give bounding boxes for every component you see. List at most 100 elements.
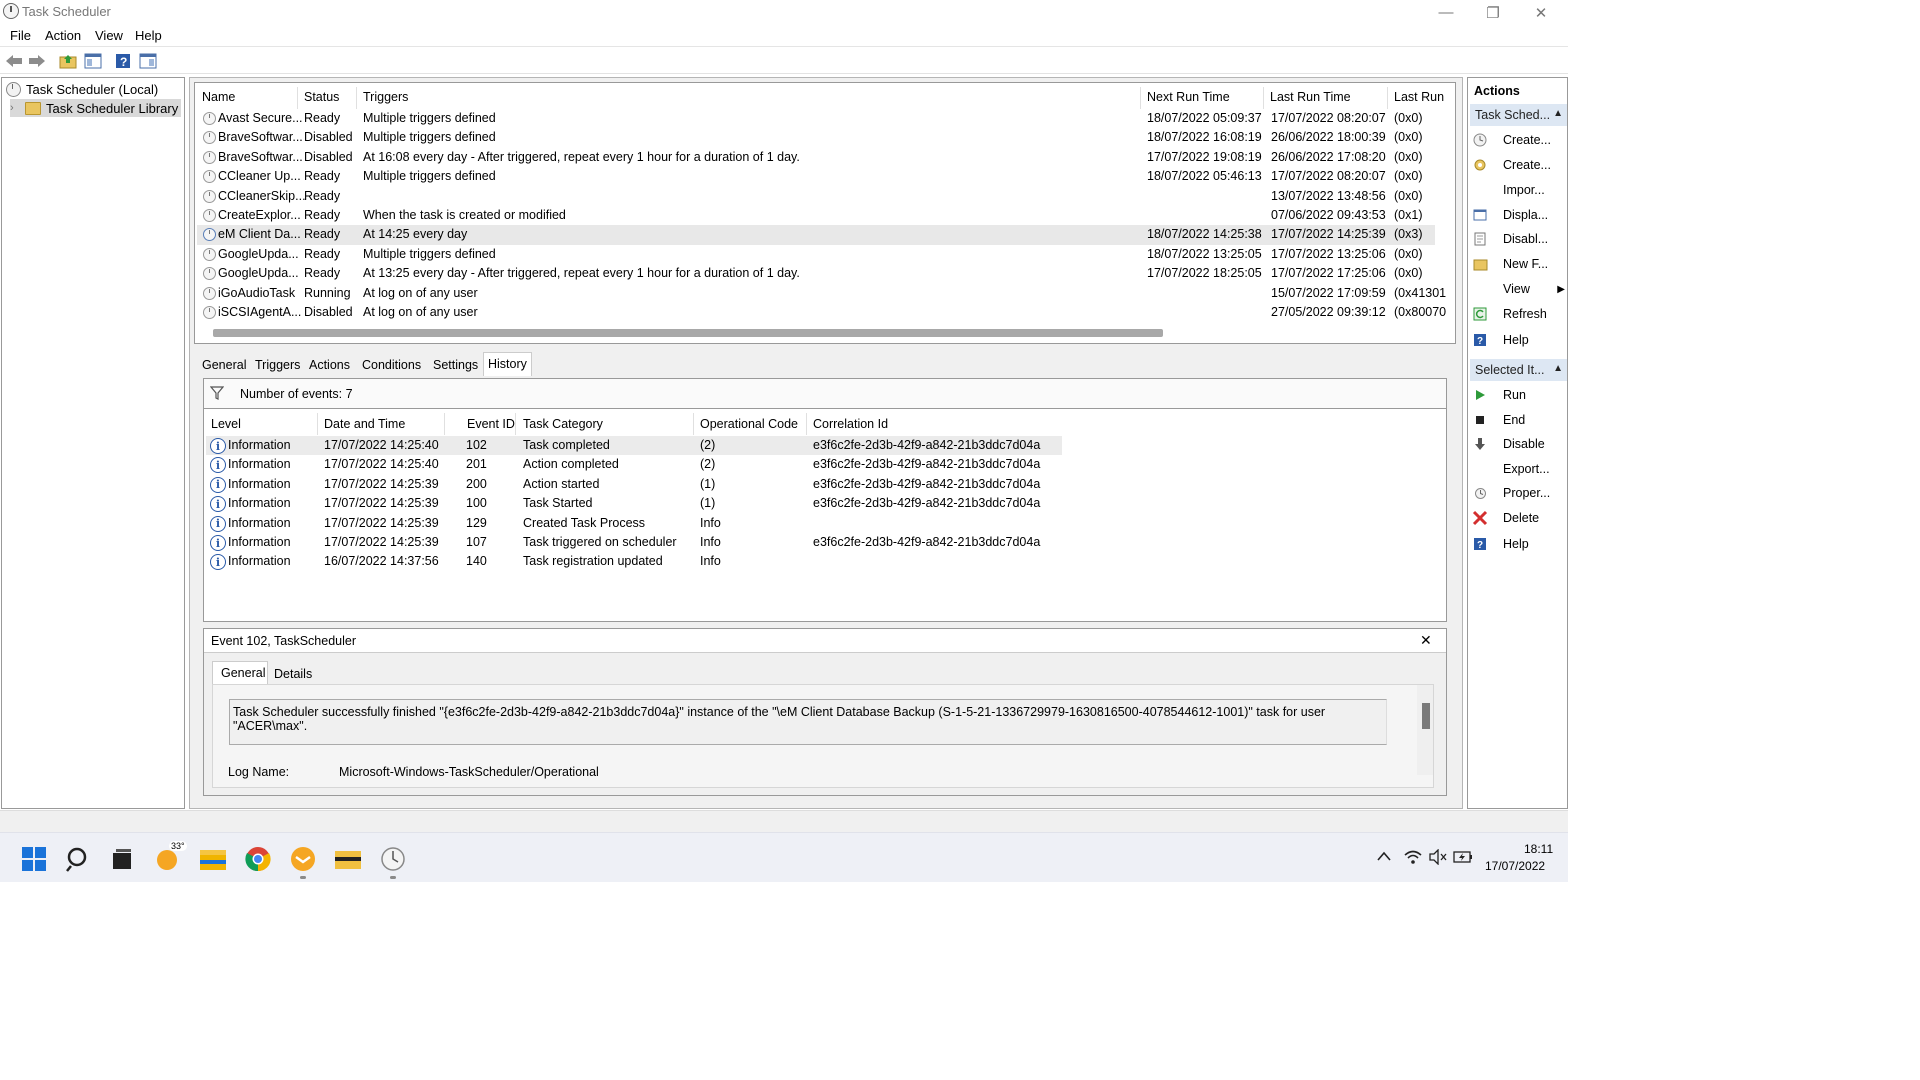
- task-view-icon[interactable]: [108, 845, 136, 873]
- action-create-basic-task[interactable]: Create...: [1472, 129, 1567, 151]
- history-row[interactable]: i Information 17/07/2022 14:25:39 100 Ta…: [206, 494, 1062, 513]
- action-export[interactable]: Export...: [1472, 458, 1567, 480]
- column-header-status[interactable]: Status: [304, 90, 339, 104]
- column-separator[interactable]: [356, 87, 357, 109]
- task-row[interactable]: iSCSIAgentA... Disabled At log on of any…: [197, 303, 1446, 322]
- event-message-scroll-thumb[interactable]: [1422, 703, 1430, 729]
- action-help-selected[interactable]: ? Help: [1472, 533, 1567, 555]
- action-create-task[interactable]: Create...: [1472, 154, 1567, 176]
- taskbar-time[interactable]: 18:11: [1524, 842, 1553, 856]
- column-separator[interactable]: [1387, 87, 1388, 109]
- weather-icon[interactable]: 33°: [154, 841, 187, 873]
- history-row-selected[interactable]: i Information 17/07/2022 14:25:40 102 Ta…: [206, 436, 1062, 456]
- task-row[interactable]: CreateExplor... Ready When the task is c…: [197, 206, 1435, 225]
- tab-settings[interactable]: Settings: [429, 356, 482, 374]
- action-display-all-running-tasks[interactable]: Displa...: [1472, 204, 1567, 226]
- wifi-icon[interactable]: [1404, 849, 1422, 868]
- search-icon[interactable]: [65, 845, 93, 873]
- tree-item-task-scheduler-library[interactable]: › Task Scheduler Library: [10, 99, 182, 117]
- column-separator[interactable]: [317, 413, 318, 435]
- column-separator[interactable]: [444, 413, 445, 435]
- column-header-next-run-time[interactable]: Next Run Time: [1147, 90, 1230, 104]
- column-header-event-id[interactable]: Event ID: [467, 417, 515, 431]
- column-header-triggers[interactable]: Triggers: [363, 90, 408, 104]
- column-header-date-and-time[interactable]: Date and Time: [324, 417, 405, 431]
- filter-icon[interactable]: [209, 386, 225, 403]
- event-message-scrollbar[interactable]: [1417, 685, 1433, 775]
- taskbar-date[interactable]: 17/07/2022: [1485, 859, 1545, 873]
- column-separator[interactable]: [1263, 87, 1264, 109]
- history-row[interactable]: i Information 16/07/2022 14:37:56 140 Ta…: [206, 552, 1062, 571]
- show-hide-action-pane-icon[interactable]: [138, 51, 158, 70]
- action-disable[interactable]: Disable: [1472, 433, 1567, 455]
- task-row-selected[interactable]: eM Client Da... Ready At 14:25 every day…: [197, 225, 1435, 245]
- tree-expander-icon[interactable]: ›: [10, 102, 20, 114]
- menu-view[interactable]: View: [95, 28, 123, 43]
- action-disable-history[interactable]: Disabl...: [1472, 228, 1567, 250]
- action-refresh[interactable]: Refresh: [1472, 303, 1567, 325]
- section-task-scheduler[interactable]: Task Sched... ▲: [1470, 104, 1567, 126]
- task-row[interactable]: GoogleUpda... Ready At 13:25 every day -…: [197, 264, 1435, 283]
- history-row[interactable]: i Information 17/07/2022 14:25:39 129 Cr…: [206, 514, 1062, 533]
- action-new-folder[interactable]: New F...: [1472, 253, 1567, 275]
- back-arrow-icon[interactable]: [4, 51, 24, 70]
- history-row[interactable]: i Information 17/07/2022 14:25:39 200 Ac…: [206, 475, 1062, 494]
- menu-file[interactable]: File: [10, 28, 31, 43]
- em-client-icon[interactable]: [289, 845, 317, 873]
- action-help[interactable]: ? Help: [1472, 329, 1567, 351]
- task-row[interactable]: CCleaner Up... Ready Multiple triggers d…: [197, 167, 1435, 186]
- action-import-task[interactable]: Impor...: [1472, 179, 1567, 201]
- column-separator[interactable]: [515, 413, 516, 435]
- column-header-last-run-time[interactable]: Last Run Time: [1270, 90, 1351, 104]
- task-row[interactable]: iGoAudioTask Running At log on of any us…: [197, 284, 1446, 303]
- event-message[interactable]: Task Scheduler successfully finished "{e…: [229, 699, 1387, 745]
- task-row[interactable]: BraveSoftwar... Disabled Multiple trigge…: [197, 128, 1435, 147]
- restore-button[interactable]: ❐: [1470, 0, 1516, 25]
- tab-actions[interactable]: Actions: [305, 356, 354, 374]
- chevron-up-icon[interactable]: [1376, 850, 1392, 865]
- folder-up-icon[interactable]: [58, 51, 78, 70]
- column-header-correlation-id[interactable]: Correlation Id: [813, 417, 888, 431]
- close-event-icon[interactable]: ✕: [1420, 632, 1432, 649]
- minimize-button[interactable]: —: [1423, 0, 1469, 25]
- task-list-horizontal-scroll-thumb[interactable]: [213, 329, 1163, 337]
- column-header-last-run-result[interactable]: Last Run: [1394, 90, 1444, 104]
- history-row[interactable]: i Information 17/07/2022 14:25:39 107 Ta…: [206, 533, 1062, 552]
- event-tab-details[interactable]: Details: [274, 667, 312, 681]
- action-properties[interactable]: Proper...: [1472, 482, 1567, 504]
- column-header-operational-code[interactable]: Operational Code: [700, 417, 798, 431]
- action-run[interactable]: Run: [1472, 384, 1567, 406]
- column-separator[interactable]: [693, 413, 694, 435]
- column-separator[interactable]: [297, 87, 298, 109]
- chrome-icon[interactable]: [244, 845, 272, 873]
- tree-item-task-scheduler-local[interactable]: Task Scheduler (Local): [6, 80, 158, 98]
- column-header-task-category[interactable]: Task Category: [523, 417, 603, 431]
- close-button[interactable]: ✕: [1518, 0, 1564, 25]
- start-icon[interactable]: [20, 845, 48, 873]
- event-tab-general[interactable]: General: [212, 661, 268, 685]
- folder-app-icon[interactable]: [334, 845, 362, 873]
- section-selected-item[interactable]: Selected It... ▲: [1470, 359, 1567, 381]
- tab-triggers[interactable]: Triggers: [251, 356, 304, 374]
- task-row[interactable]: CCleanerSkip... Ready 13/07/2022 13:48:5…: [197, 187, 1435, 206]
- collapse-icon[interactable]: ▲: [1553, 108, 1563, 119]
- action-delete[interactable]: Delete: [1472, 507, 1567, 529]
- file-explorer-icon[interactable]: [199, 845, 227, 873]
- task-row[interactable]: BraveSoftwar... Disabled At 16:08 every …: [197, 148, 1435, 167]
- history-row[interactable]: i Information 17/07/2022 14:25:40 201 Ac…: [206, 455, 1062, 474]
- action-end[interactable]: End: [1472, 409, 1567, 431]
- help-icon[interactable]: ?: [113, 51, 133, 70]
- task-scheduler-icon[interactable]: [379, 845, 407, 873]
- show-hide-console-tree-icon[interactable]: [83, 51, 103, 70]
- column-separator[interactable]: [806, 413, 807, 435]
- tab-conditions[interactable]: Conditions: [358, 356, 425, 374]
- menu-help[interactable]: Help: [135, 28, 162, 43]
- tab-history[interactable]: History: [483, 352, 532, 376]
- collapse-icon[interactable]: ▲: [1553, 363, 1563, 374]
- column-separator[interactable]: [1140, 87, 1141, 109]
- battery-icon[interactable]: [1453, 849, 1473, 868]
- column-header-level[interactable]: Level: [211, 417, 241, 431]
- task-row[interactable]: GoogleUpda... Ready Multiple triggers de…: [197, 245, 1435, 264]
- speaker-muted-icon[interactable]: [1429, 848, 1447, 868]
- column-header-name[interactable]: Name: [202, 90, 235, 104]
